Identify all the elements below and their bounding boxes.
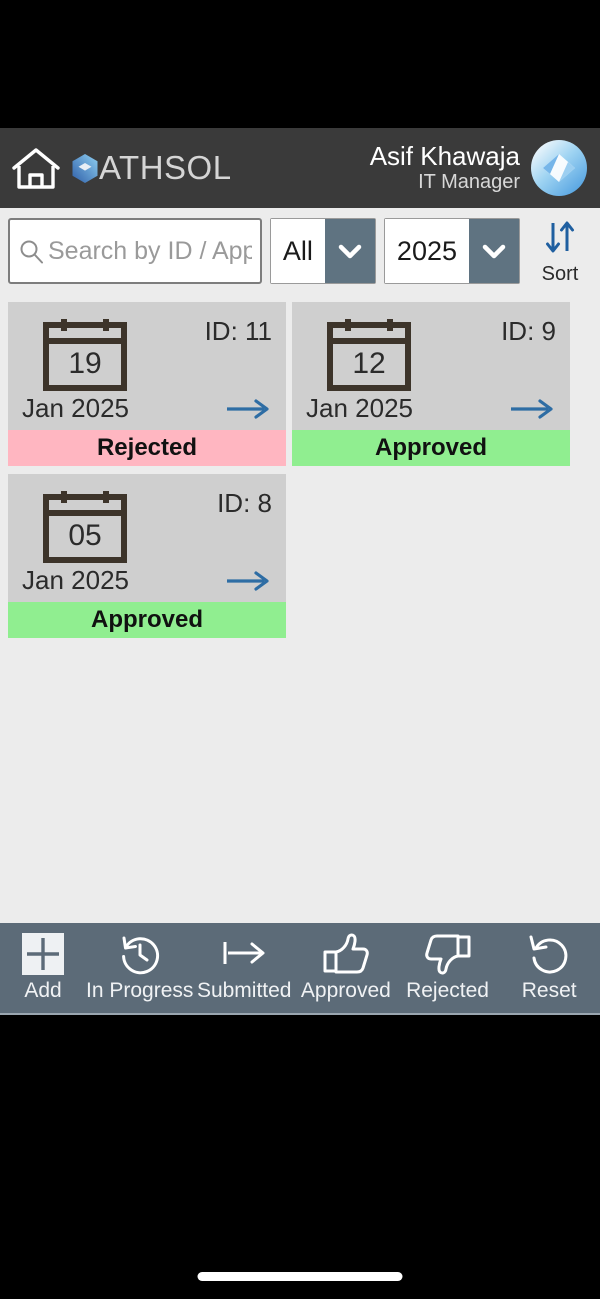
search-input[interactable]: [48, 236, 252, 266]
nav-item-rejected[interactable]: Rejected: [397, 932, 499, 1003]
home-indicator[interactable]: [197, 1272, 403, 1281]
card-id: ID: 9: [501, 316, 556, 346]
user-profile[interactable]: Asif Khawaja IT Manager: [370, 139, 588, 197]
filter-toolbar: All 2025: [0, 208, 600, 294]
status-badge: Rejected: [8, 430, 286, 466]
thumbs-down-icon: [423, 932, 473, 976]
card-grid: ID: 11 19 Jan 2025 Rejected ID: 9 12 Jan…: [0, 294, 600, 923]
bottom-navigation: Add In Progress Submitted Approved Rejec…: [0, 922, 600, 1015]
arrow-right-icon[interactable]: [224, 570, 272, 592]
hexagon-logo-icon: [72, 153, 98, 183]
card-day: 05: [68, 519, 101, 552]
sort-arrows-icon: [542, 217, 578, 262]
status-filter-value: All: [270, 219, 325, 283]
year-filter-select[interactable]: 2025: [383, 218, 520, 284]
search-box[interactable]: [8, 218, 262, 284]
year-filter-value: 2025: [384, 219, 469, 283]
card-id: ID: 11: [204, 316, 272, 346]
card-body: ID: 11 19 Jan 2025: [8, 302, 286, 430]
calendar-icon: 19: [43, 319, 127, 391]
nav-label-submitted: Submitted: [196, 979, 292, 1002]
plus-square-icon: [20, 932, 66, 976]
brand-logo: ATHSOL: [72, 149, 232, 187]
status-badge: Approved: [8, 602, 286, 638]
brand-name: ATHSOL: [99, 149, 232, 186]
search-icon: [18, 238, 44, 264]
calendar-icon: 12: [327, 319, 411, 391]
nav-label-in-progress: In Progress: [86, 979, 194, 1002]
card-day: 12: [352, 347, 385, 380]
avatar[interactable]: [530, 139, 588, 197]
nav-item-in-progress[interactable]: In Progress: [86, 932, 193, 1003]
user-info: Asif Khawaja IT Manager: [370, 142, 520, 194]
sort-label: Sort: [541, 262, 579, 285]
calendar-icon: 05: [43, 491, 127, 563]
arrow-from-bar-icon: [218, 932, 270, 976]
user-name: Asif Khawaja: [369, 141, 520, 172]
card-id: ID: 8: [217, 488, 272, 518]
user-role: IT Manager: [418, 171, 520, 194]
card-footer: Jan 2025: [306, 393, 556, 424]
chevron-down-icon[interactable]: [469, 219, 519, 283]
card-month: Jan 2025: [22, 393, 129, 423]
sort-button[interactable]: Sort: [528, 217, 592, 286]
nav-label-approved: Approved: [300, 979, 391, 1002]
status-badge: Approved: [292, 430, 570, 466]
clock-history-icon: [117, 932, 163, 976]
nav-item-reset[interactable]: Reset: [498, 932, 600, 1003]
nav-label-add: Add: [24, 979, 62, 1002]
card-day: 19: [68, 347, 101, 380]
nav-item-add[interactable]: Add: [0, 932, 86, 1003]
status-filter-select[interactable]: All: [269, 218, 376, 284]
list-item[interactable]: ID: 9 12 Jan 2025 Approved: [292, 302, 570, 466]
nav-label-reset: Reset: [521, 979, 577, 1002]
list-item[interactable]: ID: 8 05 Jan 2025 Approved: [8, 474, 286, 638]
app-header: ATHSOL Asif Khawaja IT Manager: [0, 128, 600, 208]
card-footer: Jan 2025: [22, 565, 272, 596]
undo-arrow-icon: [526, 932, 572, 976]
card-month: Jan 2025: [306, 393, 413, 423]
status-bar-area: [0, 0, 600, 128]
nav-item-approved[interactable]: Approved: [295, 932, 397, 1003]
home-icon[interactable]: [10, 145, 62, 191]
app-window: ATHSOL Asif Khawaja IT Manager Search by…: [0, 0, 600, 1299]
card-month: Jan 2025: [22, 565, 129, 595]
card-footer: Jan 2025: [22, 393, 272, 424]
gesture-area: [0, 1014, 600, 1299]
nav-label-rejected: Rejected: [406, 979, 489, 1002]
arrow-right-icon[interactable]: [224, 398, 272, 420]
nav-item-submitted[interactable]: Submitted: [193, 932, 295, 1003]
chevron-down-icon[interactable]: [324, 219, 375, 283]
card-body: ID: 9 12 Jan 2025: [292, 302, 570, 430]
card-body: ID: 8 05 Jan 2025: [8, 474, 286, 602]
list-item[interactable]: ID: 11 19 Jan 2025 Rejected: [8, 302, 286, 466]
arrow-right-icon[interactable]: [508, 398, 556, 420]
thumbs-up-icon: [321, 932, 371, 976]
